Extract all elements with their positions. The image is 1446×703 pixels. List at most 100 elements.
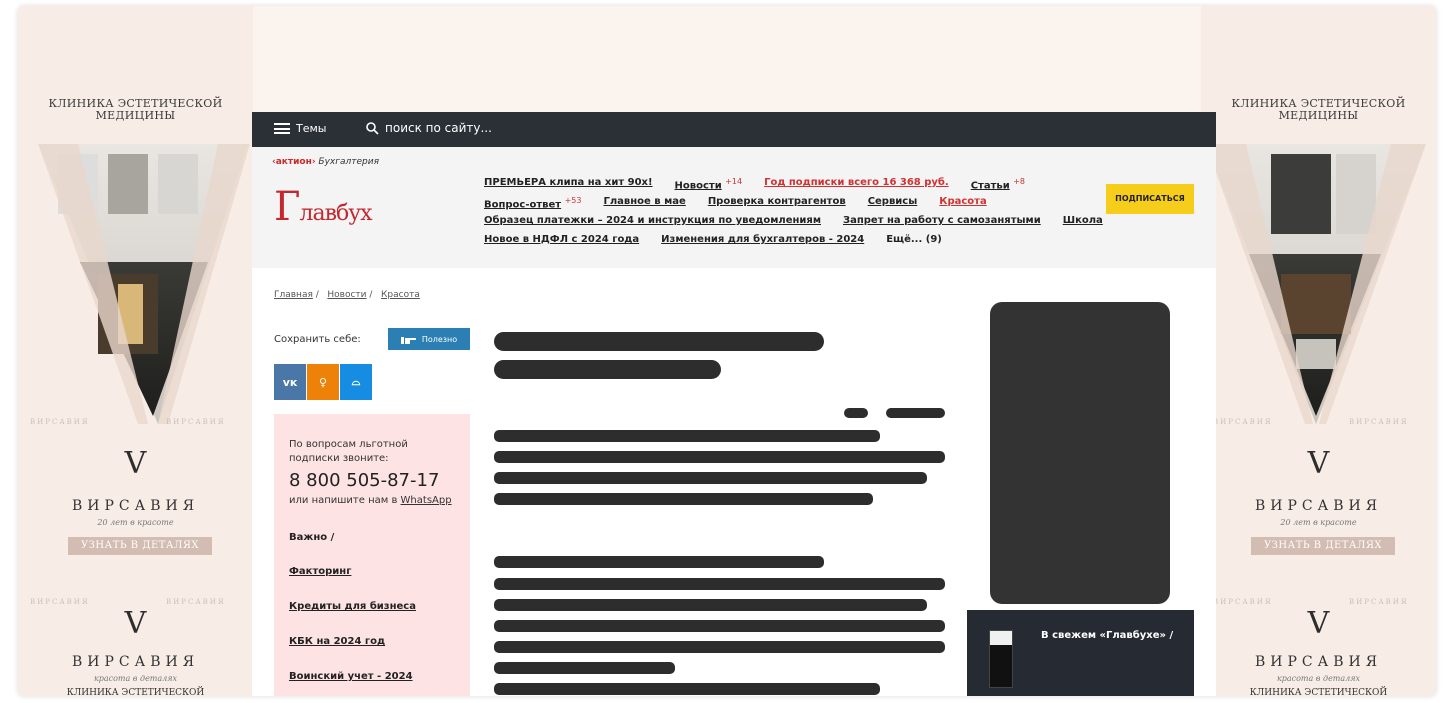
search-placeholder: поиск по сайту... — [385, 121, 492, 135]
redacted-side-banner — [990, 302, 1170, 604]
nav-row: Вопрос-ответ +53 Главное в мае Проверка … — [484, 196, 1084, 215]
ok-share-button[interactable]: ♀ — [307, 364, 339, 400]
vk-icon: ᴠᴋ — [282, 375, 298, 389]
topics-menu-label: Темы — [296, 122, 327, 135]
nav-row: Образец платежки – 2024 и инструкция по … — [484, 215, 1103, 234]
redacted-text-line — [494, 472, 927, 484]
ad-bottom-text: КЛИНИКА ЭСТЕТИЧЕСКОЙ — [66, 688, 205, 696]
ad-faint-brand: ВИРСАВИЯ — [1213, 598, 1273, 606]
promo-phone[interactable]: 8 800 505-87-17 — [289, 470, 439, 491]
subscribe-button[interactable]: ПОДПИСАТЬСЯ — [1106, 184, 1194, 214]
redacted-meta — [844, 408, 868, 418]
ad-clinic-photo — [38, 144, 250, 424]
nav-link-payment-sample[interactable]: Образец платежки – 2024 и инструкция по … — [484, 215, 821, 234]
save-label: Сохранить себе: — [274, 334, 361, 345]
redacted-headline — [494, 360, 721, 379]
glavbukh-logo[interactable]: Главбух — [274, 187, 373, 229]
ad-tagline: 20 лет в красоте — [1280, 518, 1357, 527]
nav-link-school[interactable]: Школа — [1063, 215, 1103, 234]
magazine-cover-thumbnail[interactable] — [989, 630, 1013, 688]
redacted-text-line — [494, 683, 880, 695]
nav-link-counterparty-check[interactable]: Проверка контрагентов — [708, 196, 846, 215]
search-icon — [366, 121, 379, 135]
nav-link-beauty[interactable]: Красота — [939, 196, 986, 215]
ad-tagline: 20 лет в красоте — [97, 518, 174, 527]
ad-brand: ВИРСАВИЯ — [71, 654, 200, 670]
ad-bottom-text: КЛИНИКА ЭСТЕТИЧЕСКОЙ — [1249, 688, 1388, 696]
ad-v-logo: V — [1307, 606, 1330, 641]
ad-faint-brand: ВИРСАВИЯ — [30, 598, 90, 606]
nav-badge: +8 — [1013, 177, 1025, 186]
ad-faint-brand: ВИРСАВИЯ — [166, 418, 226, 426]
fresh-issue-block[interactable]: В свежем «Главбухе» / — [967, 610, 1194, 696]
ad-title: КЛИНИКА ЭСТЕТИЧЕСКОЙ МЕДИЦИНЫ — [1231, 97, 1406, 122]
useful-button[interactable]: Полезно — [388, 328, 470, 350]
mymail-share-button[interactable]: ⌓ — [340, 364, 372, 400]
fresh-issue-label[interactable]: В свежем «Главбухе» / — [1041, 630, 1173, 641]
ad-faint-brand: ВИРСАВИЯ — [1349, 418, 1409, 426]
promo-link-military[interactable]: Воинский учет - 2024 — [289, 671, 413, 682]
hamburger-icon — [274, 123, 290, 134]
nav-row: Новое в НДФЛ с 2024 года Изменения для б… — [484, 234, 1084, 253]
nav-link-main-may[interactable]: Главное в мае — [603, 196, 685, 215]
redacted-text-line — [494, 451, 945, 463]
breadcrumb: Главная / Новости / Красота — [274, 290, 420, 300]
ad-faint-brand: ВИРСАВИЯ — [166, 598, 226, 606]
promo-link-important[interactable]: Важно / — [289, 532, 334, 543]
redacted-text-line — [494, 430, 880, 442]
ok-icon: ♀ — [318, 375, 328, 389]
nav-link-subscription-offer[interactable]: Год подписки всего 16 368 руб. — [764, 177, 949, 196]
main-nav: ПРЕМЬЕРА клипа на хит 90х! Новости +14 Г… — [484, 177, 1103, 253]
redacted-text-line — [494, 620, 945, 632]
ad-title: КЛИНИКА ЭСТЕТИЧЕСКОЙ МЕДИЦИНЫ — [48, 97, 223, 122]
ad-faint-brand: ВИРСАВИЯ — [1213, 418, 1273, 426]
ad-tagline: красота в деталях — [93, 674, 178, 683]
redacted-text-line — [494, 493, 873, 505]
ad-v-logo: V — [1307, 446, 1330, 481]
ad-v-logo: V — [124, 446, 147, 481]
left-ad-banner[interactable]: КЛИНИКА ЭСТЕТИЧЕСКОЙ МЕДИЦИНЫ ВИРСАВИЯ ВИ… — [18, 6, 253, 696]
ad-clinic-photo — [1206, 144, 1426, 424]
redacted-text-line — [494, 662, 675, 674]
nav-link-qa[interactable]: Вопрос-ответ — [484, 199, 561, 210]
topics-menu-button[interactable]: Темы — [274, 122, 326, 135]
breadcrumb-home[interactable]: Главная — [274, 290, 313, 300]
redacted-text-line — [494, 599, 927, 611]
pointing-hand-icon — [400, 336, 416, 344]
nav-row: ПРЕМЬЕРА клипа на хит 90х! Новости +14 Г… — [484, 177, 1084, 196]
promo-link-kbk[interactable]: КБК на 2024 год — [289, 636, 385, 647]
nav-link-services[interactable]: Сервисы — [868, 196, 918, 215]
ad-brand: ВИРСАВИЯ — [71, 498, 200, 514]
breadcrumb-beauty[interactable]: Красота — [381, 290, 420, 300]
promo-text-whatsapp: или напишите нам в WhatsApp — [289, 495, 452, 506]
site-content: Темы поиск по сайту... ‹актион› Бухгалте… — [252, 112, 1216, 696]
redacted-text-line — [494, 641, 945, 653]
nav-badge: +53 — [564, 196, 582, 205]
ad-cta-button[interactable]: УЗНАТЬ В ДЕТАЛЯХ — [68, 537, 212, 555]
site-header: ‹актион› Бухгалтерия Главбух ПРЕМЬЕРА кл… — [252, 147, 1216, 268]
redacted-meta — [886, 408, 945, 418]
nav-link-news[interactable]: Новости — [675, 180, 722, 191]
ad-tagline: красота в деталях — [1276, 674, 1361, 683]
ad-cta-button[interactable]: УЗНАТЬ В ДЕТАЛЯХ — [1251, 537, 1395, 555]
site-search[interactable]: поиск по сайту... — [366, 121, 492, 135]
nav-link-articles[interactable]: Статьи — [971, 180, 1010, 191]
aktion-brand[interactable]: ‹актион› Бухгалтерия — [272, 157, 379, 167]
vk-share-button[interactable]: ᴠᴋ — [274, 364, 306, 400]
nav-link-accountant-changes[interactable]: Изменения для бухгалтеров - 2024 — [661, 234, 864, 253]
promo-link-business-credit[interactable]: Кредиты для бизнеса — [289, 601, 416, 612]
nav-link-ndfl-2024[interactable]: Новое в НДФЛ с 2024 года — [484, 234, 639, 253]
nav-link-premiere[interactable]: ПРЕМЬЕРА клипа на хит 90х! — [484, 177, 653, 196]
nav-more-button[interactable]: Ещё... (9) — [886, 234, 942, 253]
redacted-headline — [494, 332, 824, 351]
whatsapp-link[interactable]: WhatsApp — [401, 495, 452, 506]
promo-link-factoring[interactable]: Факторинг — [289, 566, 351, 577]
ad-brand: ВИРСАВИЯ — [1254, 498, 1383, 514]
ad-faint-brand: ВИРСАВИЯ — [1349, 598, 1409, 606]
nav-badge: +14 — [725, 177, 743, 186]
breadcrumb-news[interactable]: Новости — [327, 290, 366, 300]
redacted-text-line — [494, 578, 945, 590]
nav-link-self-employed-ban[interactable]: Запрет на работу с самозанятыми — [843, 215, 1041, 234]
right-ad-banner[interactable]: КЛИНИКА ЭСТЕТИЧЕСКОЙ МЕДИЦИНЫ ВИРСАВИЯ ВИ… — [1201, 6, 1436, 696]
subscription-promo: По вопросам льготной подписки звоните: 8… — [274, 414, 470, 696]
